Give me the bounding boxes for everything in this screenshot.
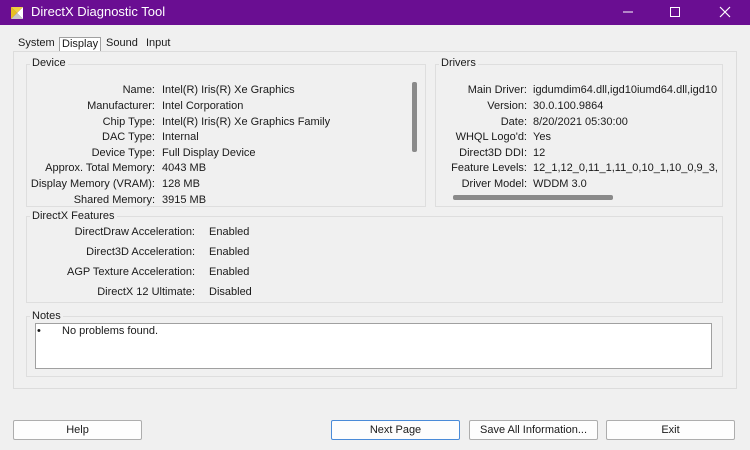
driver-date-label: Date:	[500, 116, 527, 128]
drivers-horizontal-scrollbar[interactable]	[453, 195, 613, 200]
close-icon	[719, 6, 731, 18]
close-button[interactable]	[702, 0, 748, 25]
maximize-button[interactable]	[652, 0, 698, 25]
vram-value: 128 MB	[162, 178, 200, 190]
main-driver-label: Main Driver:	[467, 84, 527, 96]
device-type-value: Full Display Device	[162, 147, 256, 159]
note-bullet: •	[37, 325, 41, 337]
directdraw-label: DirectDraw Acceleration:	[74, 226, 195, 238]
minimize-button[interactable]	[605, 0, 651, 25]
dac-type-label: DAC Type:	[102, 131, 155, 143]
save-all-information-button[interactable]: Save All Information...	[469, 420, 598, 440]
directdraw-value: Enabled	[209, 226, 250, 238]
dx12-ultimate-label: DirectX 12 Ultimate:	[97, 286, 195, 298]
tab-system[interactable]: System	[16, 37, 57, 51]
driver-model-value: WDDM 3.0	[533, 178, 587, 190]
shared-memory-value: 3915 MB	[162, 194, 207, 206]
direct3d-value: Enabled	[209, 246, 250, 258]
feature-levels-label: Feature Levels:	[451, 162, 527, 174]
device-name-value: Intel(R) Iris(R) Xe Graphics	[162, 84, 295, 96]
help-button[interactable]: Help	[13, 420, 142, 440]
vram-label: Display Memory (VRAM):	[30, 178, 155, 190]
main-driver-value: igdumdim64.dll,igd10iumd64.dll,igd10	[533, 84, 718, 96]
agp-texture-label: AGP Texture Acceleration:	[67, 266, 195, 278]
feature-levels-value: 12_1,12_0,11_1,11_0,10_1,10_0,9_3,	[533, 162, 718, 174]
driver-date-value: 8/20/2021 05:30:00	[533, 116, 628, 128]
device-scrollbar-thumb[interactable]	[412, 82, 417, 152]
whql-value: Yes	[533, 131, 551, 143]
title-bar[interactable]: DirectX Diagnostic Tool	[0, 0, 750, 25]
directx-features-title: DirectX Features	[30, 210, 117, 222]
device-name-label: Name:	[122, 84, 155, 96]
shared-memory-label: Shared Memory:	[73, 194, 155, 206]
driver-version-label: Version:	[487, 100, 527, 112]
notes-title: Notes	[30, 310, 63, 322]
maximize-icon	[670, 7, 680, 17]
tab-display[interactable]: Display	[59, 37, 102, 52]
minimize-icon	[623, 11, 633, 13]
driver-model-label: Driver Model:	[461, 178, 527, 190]
note-text: No problems found.	[62, 325, 158, 337]
chip-type-label: Chip Type:	[102, 116, 155, 128]
directx-app-icon	[11, 7, 23, 19]
tab-input[interactable]: Input	[144, 37, 172, 51]
drivers-group-title: Drivers	[439, 57, 478, 69]
direct3d-ddi-label: Direct3D DDI:	[459, 147, 527, 159]
manufacturer-value: Intel Corporation	[162, 100, 244, 112]
window-title: DirectX Diagnostic Tool	[31, 4, 166, 19]
next-page-button[interactable]: Next Page	[331, 420, 460, 440]
exit-button[interactable]: Exit	[606, 420, 735, 440]
device-type-label: Device Type:	[91, 147, 155, 159]
dac-type-value: Internal	[162, 131, 199, 143]
tab-sound[interactable]: Sound	[104, 37, 140, 51]
dx12-ultimate-value: Disabled	[209, 286, 252, 298]
whql-label: WHQL Logo'd:	[455, 131, 527, 143]
manufacturer-label: Manufacturer:	[87, 100, 155, 112]
direct3d-label: Direct3D Acceleration:	[86, 246, 195, 258]
total-memory-label: Approx. Total Memory:	[45, 162, 155, 174]
total-memory-value: 4043 MB	[162, 162, 207, 174]
device-group-title: Device	[30, 57, 68, 69]
agp-texture-value: Enabled	[209, 266, 250, 278]
chip-type-value: Intel(R) Iris(R) Xe Graphics Family	[162, 116, 331, 128]
driver-version-value: 30.0.100.9864	[533, 100, 604, 112]
direct3d-ddi-value: 12	[533, 147, 546, 159]
